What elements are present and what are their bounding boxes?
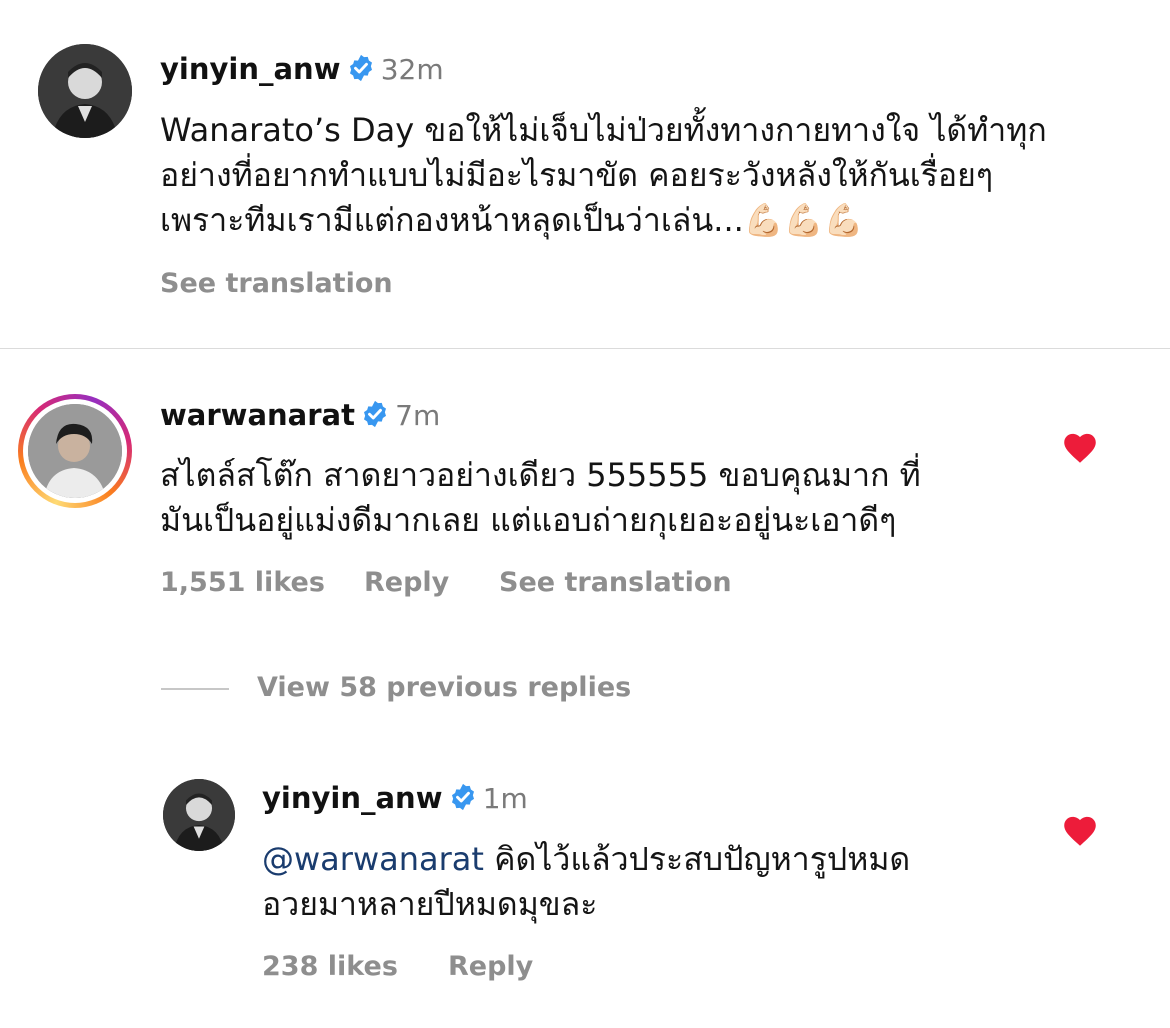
comment-see-translation-button[interactable]: See translation xyxy=(499,567,732,598)
comment-time: 7m xyxy=(395,399,441,432)
caption-line-3: เพราะทีมเรามีแต่กองหน้าหลุดเป็นว่าเล่น..… xyxy=(160,201,744,239)
caption-line-3-wrap: เพราะทีมเรามีแต่กองหน้าหลุดเป็นว่าเล่น..… xyxy=(160,198,1140,243)
caption-username[interactable]: yinyin_anw xyxy=(160,52,341,86)
commenter-avatar[interactable] xyxy=(28,404,122,498)
reply-mention-link[interactable]: @warwanarat xyxy=(262,840,484,878)
avatar[interactable] xyxy=(38,44,132,138)
caption-line-1: Wanarato’s Day ขอให้ไม่เจ็บไม่ป่วยทั้งทา… xyxy=(160,111,1047,149)
comment-username[interactable]: warwanarat xyxy=(160,398,355,432)
caption-header: yinyin_anw 32m xyxy=(160,52,444,92)
reply-reply-button[interactable]: Reply xyxy=(448,951,533,982)
reply-line-2: อวยมาหลายปีหมดมุขละ xyxy=(262,885,598,923)
comment-header: warwanarat 7m xyxy=(160,398,440,438)
flexed-biceps-emoji: 💪🏻💪🏻💪🏻 xyxy=(743,201,864,239)
view-previous-replies-button[interactable]: View 58 previous replies xyxy=(257,672,631,703)
reply-username[interactable]: yinyin_anw xyxy=(262,781,443,815)
comment-heart-icon[interactable] xyxy=(1061,430,1099,468)
verified-badge-icon xyxy=(448,782,478,816)
caption-see-translation-button[interactable]: See translation xyxy=(160,268,393,299)
caption-text: Wanarato’s Day ขอให้ไม่เจ็บไม่ป่วยทั้งทา… xyxy=(160,108,1140,243)
comment-text: สไตล์สโต๊ก สาดยาวอย่างเดียว 555555 ขอบคุ… xyxy=(160,453,1040,543)
reply-avatar[interactable] xyxy=(163,779,235,851)
reply-header: yinyin_anw 1m xyxy=(262,781,528,821)
verified-badge-icon xyxy=(360,399,390,433)
caption-time: 32m xyxy=(380,53,444,86)
reply-line-1-wrap: @warwanarat คิดไว้แล้วประสบปัญหารูปหมด xyxy=(262,837,1042,882)
comment-reply-button[interactable]: Reply xyxy=(364,567,449,598)
comment-line-1: สไตล์สโต๊ก สาดยาวอย่างเดียว 555555 ขอบคุ… xyxy=(160,456,921,494)
reply-time: 1m xyxy=(482,782,528,815)
comment-likes[interactable]: 1,551 likes xyxy=(160,567,325,598)
reply-likes[interactable]: 238 likes xyxy=(262,951,398,982)
reply-line-1: คิดไว้แล้วประสบปัญหารูปหมด xyxy=(483,840,911,878)
replies-line xyxy=(161,688,229,690)
reply-text: @warwanarat คิดไว้แล้วประสบปัญหารูปหมด อ… xyxy=(262,837,1042,927)
reply-heart-icon[interactable] xyxy=(1061,813,1099,851)
caption-line-2: อย่างที่อยากทำแบบไม่มีอะไรมาขัด คอยระวัง… xyxy=(160,156,994,194)
comment-line-2: มันเป็นอยู่แม่งดีมากเลย แต่แอบถ่ายกุเยอะ… xyxy=(160,501,897,539)
verified-badge-icon xyxy=(346,53,376,87)
section-divider xyxy=(0,348,1170,349)
